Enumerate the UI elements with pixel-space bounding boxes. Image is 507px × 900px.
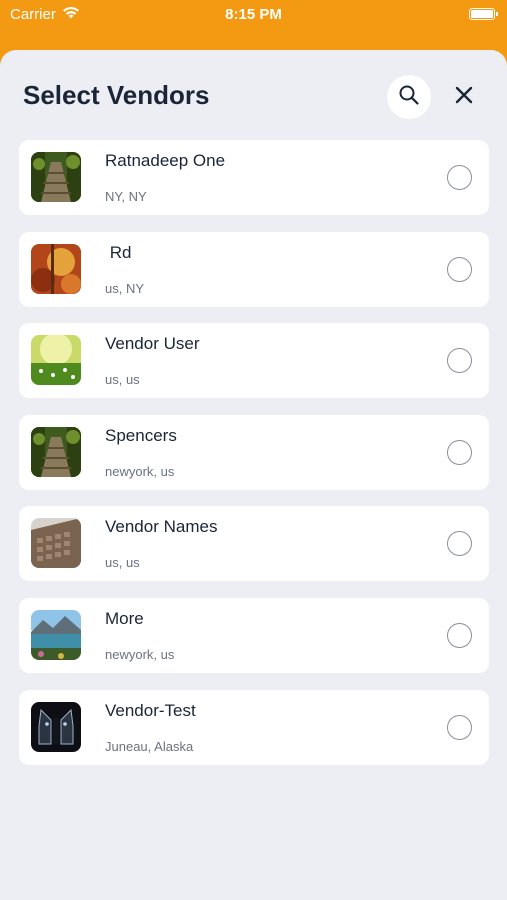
close-icon bbox=[455, 86, 473, 109]
vendor-name: Vendor Names bbox=[105, 517, 218, 537]
vendor-sheet: Select Vendors Ratnadeep One NY, NY Rd u… bbox=[0, 50, 507, 900]
vendor-thumbnail bbox=[31, 243, 81, 294]
vendor-location: us, us bbox=[105, 372, 140, 388]
vendor-name: Ratnadeep One bbox=[105, 151, 226, 170]
vendor-thumbnail bbox=[31, 609, 81, 660]
status-time: 8:15 PM bbox=[225, 6, 282, 23]
select-radio[interactable] bbox=[447, 165, 472, 190]
vendor-card[interactable]: Vendor User us, us bbox=[19, 323, 489, 399]
vendor-thumbnail bbox=[31, 152, 81, 202]
vendor-list: Ratnadeep One NY, NY Rd us, NY Vendor Us… bbox=[19, 140, 489, 781]
vendor-card[interactable]: Vendor-Test Juneau, Alaska bbox=[19, 689, 489, 765]
vendor-thumbnail bbox=[31, 701, 81, 752]
vendor-thumbnail bbox=[31, 426, 81, 477]
vendor-thumbnail bbox=[31, 518, 81, 569]
select-radio[interactable] bbox=[447, 531, 472, 557]
select-radio[interactable] bbox=[447, 622, 472, 648]
vendor-name: More bbox=[105, 608, 144, 628]
vendor-name: Vendor User bbox=[105, 334, 200, 354]
vendor-location: us, us bbox=[105, 555, 140, 571]
vendor-card[interactable]: Vendor Names us, us bbox=[19, 506, 489, 582]
select-radio[interactable] bbox=[447, 439, 472, 465]
vendor-location: Juneau, Alaska bbox=[105, 738, 194, 754]
close-button[interactable] bbox=[445, 78, 483, 116]
select-radio[interactable] bbox=[447, 256, 472, 282]
vendor-name: Spencers bbox=[105, 425, 177, 445]
vendor-name: Rd bbox=[105, 242, 132, 262]
search-button[interactable] bbox=[387, 75, 431, 119]
vendor-card[interactable]: More newyork, us bbox=[19, 597, 489, 673]
vendor-location: NY, NY bbox=[105, 189, 147, 204]
select-radio[interactable] bbox=[447, 714, 472, 740]
status-bar: Carrier 8:15 PM bbox=[0, 0, 507, 36]
vendor-card[interactable]: Spencers newyork, us bbox=[19, 414, 489, 490]
vendor-card[interactable]: Ratnadeep One NY, NY bbox=[19, 140, 489, 215]
vendor-location: newyork, us bbox=[105, 463, 175, 479]
select-radio[interactable] bbox=[447, 348, 472, 374]
vendor-location: newyork, us bbox=[105, 646, 175, 662]
search-icon bbox=[398, 84, 420, 111]
vendor-thumbnail bbox=[31, 335, 81, 386]
vendor-location: us, NY bbox=[105, 280, 145, 296]
vendor-name: Vendor-Test bbox=[105, 700, 196, 720]
page-title: Select Vendors bbox=[23, 80, 210, 110]
vendor-card[interactable]: Rd us, NY bbox=[19, 231, 489, 307]
battery-icon bbox=[469, 8, 498, 20]
